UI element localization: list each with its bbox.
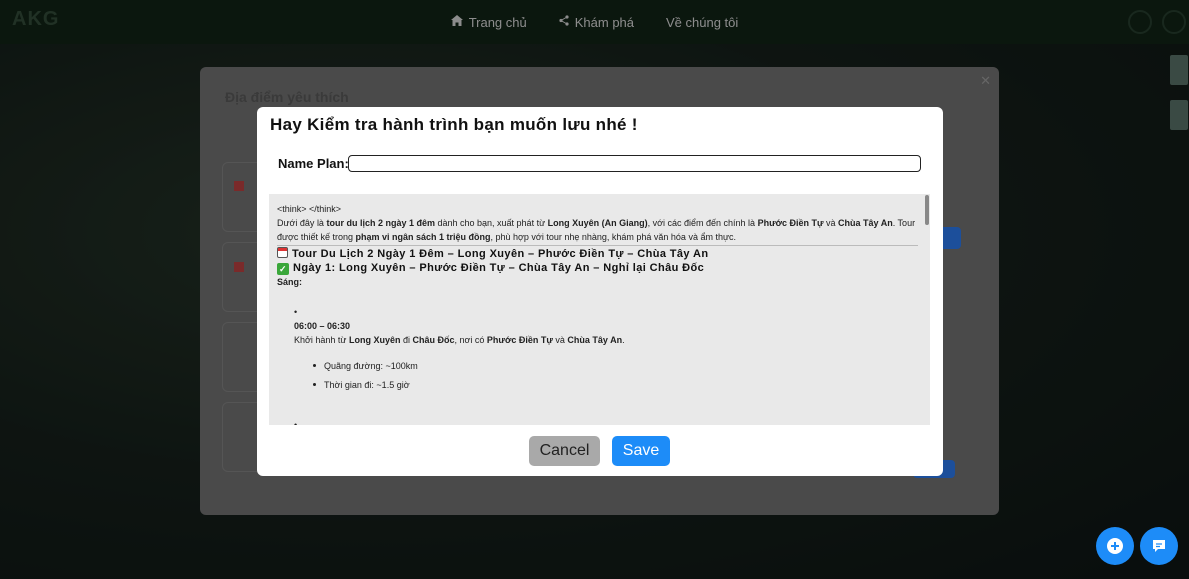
panel-title: Địa điểm yêu thích [225,89,349,105]
map-control[interactable] [1170,55,1188,85]
save-button[interactable]: Save [612,436,670,466]
close-icon[interactable]: ✕ [980,73,991,89]
checkbox[interactable] [234,181,244,191]
bullet: • [294,307,298,317]
time-label: 06:00 – 06:30 [294,321,351,331]
map-control[interactable] [1170,100,1188,130]
session-label: Sáng: [277,277,303,287]
name-plan-input[interactable] [348,155,921,172]
name-plan-label: Name Plan: [278,156,349,171]
bullet: • [294,420,298,425]
modal-title: Hay Kiểm tra hành trình bạn muốn lưu nhé… [270,115,638,134]
day1-heading: ✓ Ngày 1: Long Xuyên – Phước Điền Tự – Ch… [277,261,918,275]
scrollbar[interactable] [925,195,929,225]
activity-text: Khởi hành từ Long Xuyên đi Châu Đốc, nơi… [294,335,625,345]
chat-icon[interactable] [1140,527,1178,565]
cancel-button[interactable]: Cancel [529,436,600,466]
checkmark-icon: ✓ [277,263,289,275]
think-tag: <think> </think> [277,204,342,214]
intro-paragraph: Dưới đây là tour du lịch 2 ngày 1 đêm dà… [277,218,916,242]
itinerary-preview[interactable]: <think> </think> Dưới đây là tour du lịc… [269,194,930,425]
tour-heading: Tour Du Lịch 2 Ngày 1 Đêm – Long Xuyên –… [277,245,918,261]
save-plan-modal: Hay Kiểm tra hành trình bạn muốn lưu nhé… [257,107,943,476]
checkbox[interactable] [234,262,244,272]
add-circle-icon[interactable] [1096,527,1134,565]
calendar-icon [277,247,288,258]
sub-item: Thời gian đi: ~1.5 giờ [313,378,918,392]
sub-item: Quãng đường: ~100km [313,359,918,373]
